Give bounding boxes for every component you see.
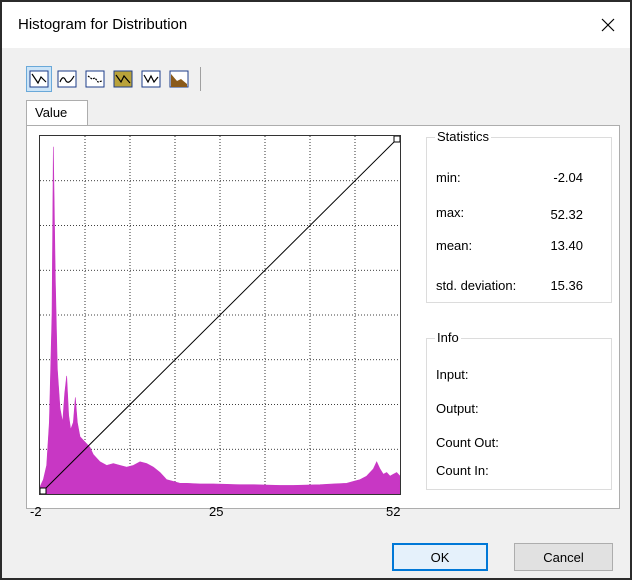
histogram-chart [40, 136, 400, 494]
histogram-plot[interactable] [39, 135, 401, 495]
histogram-dialog: Histogram for Distribution Value -2 25 5… [0, 0, 632, 580]
curve-mode-3-button[interactable] [82, 66, 108, 92]
cancel-button[interactable]: Cancel [514, 543, 613, 571]
mean-label: mean: [436, 238, 473, 253]
max-label: max: [436, 205, 465, 220]
curve-dotted-icon [85, 70, 105, 88]
x-tick-mid: 25 [209, 504, 224, 519]
ok-button[interactable]: OK [392, 543, 488, 571]
curve-mode-6-button[interactable] [166, 66, 192, 92]
curve-area-icon [169, 70, 189, 88]
title-bar: Histogram for Distribution [2, 2, 630, 48]
max-value: 52.32 [550, 207, 583, 222]
curve-mode-4-button[interactable] [110, 66, 136, 92]
statistics-title: Statistics [435, 129, 492, 144]
std-deviation-value: 15.36 [550, 278, 583, 293]
toolbar-separator [200, 67, 201, 91]
transfer-handle-start[interactable] [40, 487, 47, 494]
output-label: Output: [436, 401, 479, 416]
x-tick-min: -2 [30, 504, 42, 519]
statistics-group: Statistics min: -2.04 max: 52.32 mean: 1… [426, 129, 612, 303]
info-group: Info Input: Output: Count Out: Count In: [426, 330, 612, 490]
curve-mode-2-button[interactable] [54, 66, 80, 92]
std-deviation-label: std. deviation: [436, 278, 517, 293]
close-icon [601, 18, 615, 32]
info-title: Info [435, 330, 461, 345]
tab-value[interactable]: Value [26, 100, 88, 126]
close-button[interactable] [592, 10, 624, 40]
histogram-area-0 [40, 146, 400, 494]
curve-zigzag-icon [141, 70, 161, 88]
input-label: Input: [436, 367, 469, 382]
min-value: -2.04 [553, 170, 583, 185]
toolbar [26, 64, 201, 94]
min-label: min: [436, 170, 461, 185]
x-tick-max: 52 [386, 504, 401, 519]
transfer-handle-end[interactable] [393, 136, 400, 143]
curve-fill-icon [113, 70, 133, 88]
curve-wave-icon [57, 70, 77, 88]
window-title: Histogram for Distribution [18, 16, 188, 33]
curve-decreasing-icon [29, 70, 49, 88]
curve-mode-5-button[interactable] [138, 66, 164, 92]
mean-value: 13.40 [550, 238, 583, 253]
count-out-label: Count Out: [436, 435, 499, 450]
count-in-label: Count In: [436, 463, 489, 478]
curve-mode-1-button[interactable] [26, 66, 52, 92]
